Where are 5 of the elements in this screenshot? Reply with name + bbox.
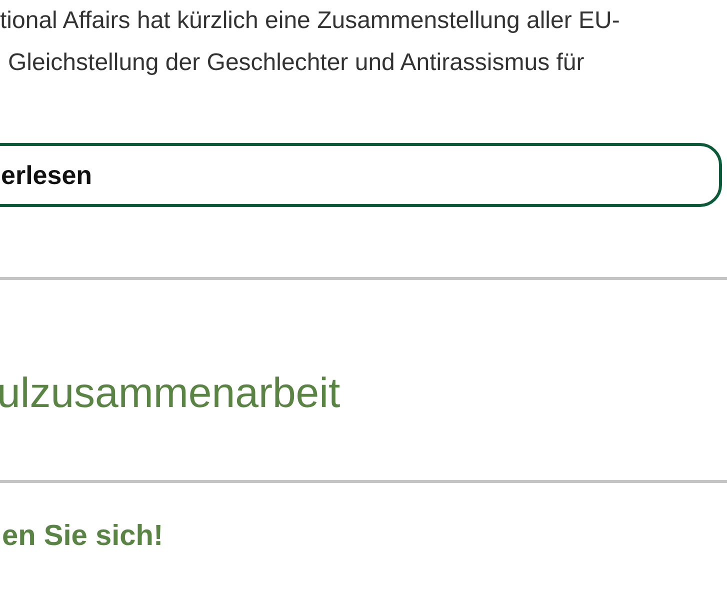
section-heading: ulzusammenarbeit [0,368,342,418]
paragraph-text: tional Affairs hat kürzlich eine Zusammenstellung aller EU- [0,6,621,36]
paragraph-text: Gleichstellung der Geschlechter und Antirassismus für [7,48,586,78]
subheading: en Sie sich! [2,519,164,554]
read-more-button[interactable]: erlesen [0,143,722,207]
